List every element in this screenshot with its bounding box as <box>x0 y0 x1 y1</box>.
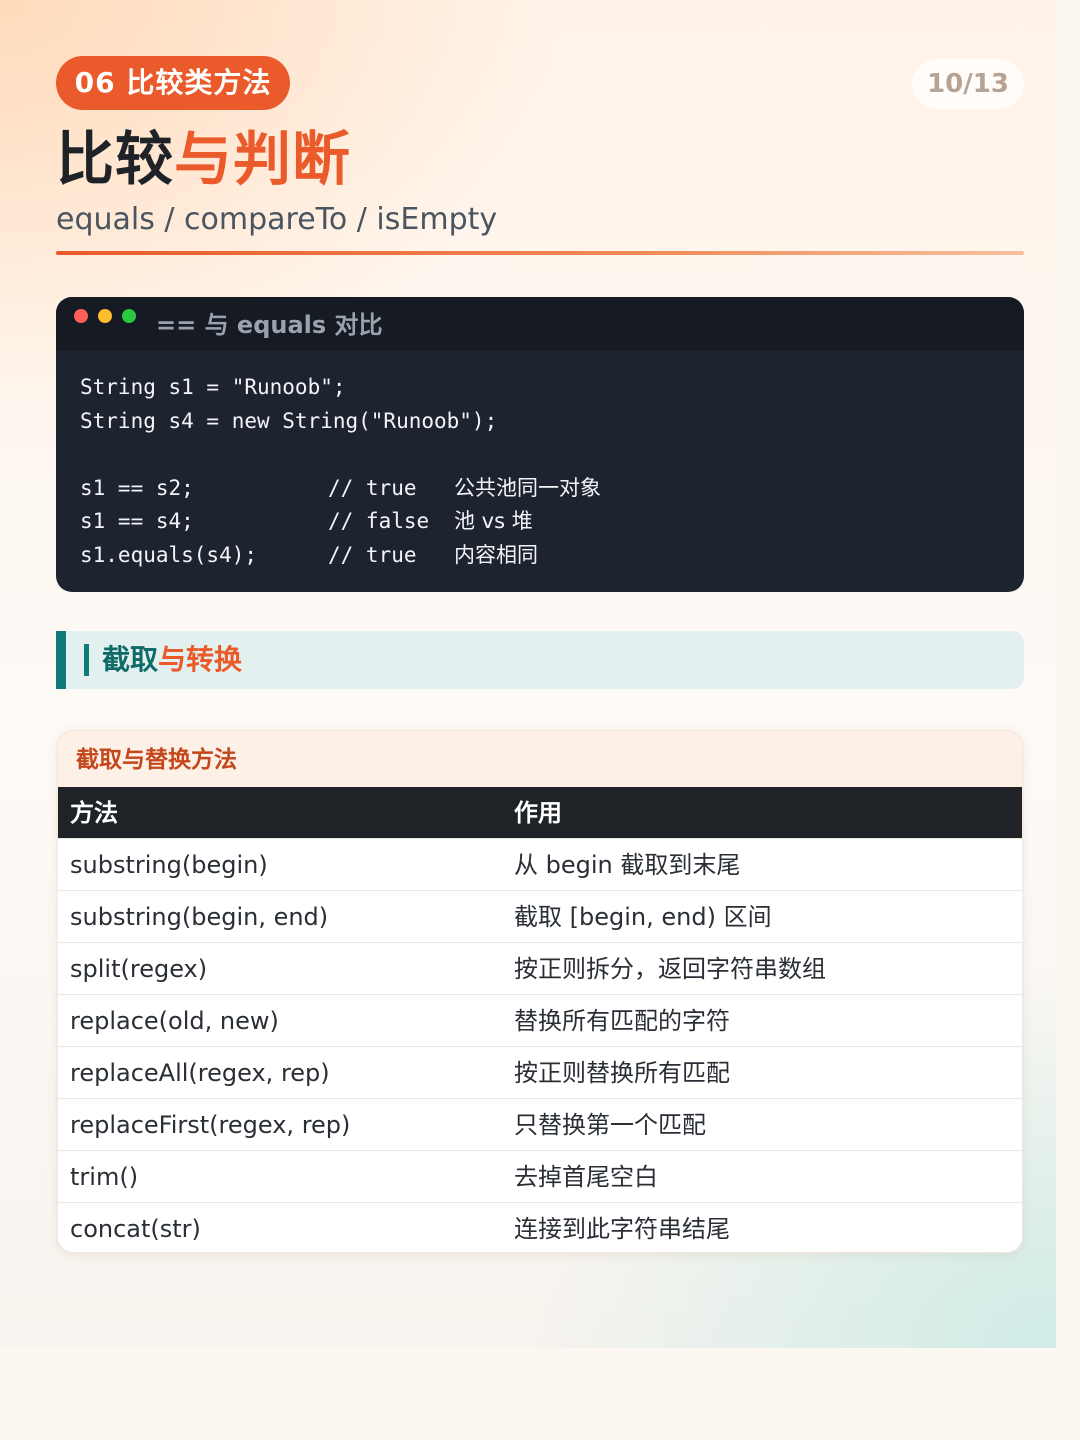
table-row: replace(old, new) 替换所有匹配的字符 <box>58 995 1022 1047</box>
code-text: s1 == s4; <box>80 509 194 533</box>
table-cell-method: concat(str) <box>70 1215 201 1243</box>
code-comment: // true <box>328 475 417 500</box>
table-row: replaceFirst(regex, rep) 只替换第一个匹配 <box>58 1099 1022 1151</box>
code-line: String s4 = new String("Runoob"); <box>80 405 601 439</box>
code-line: s1 == s2; // true 公共池同一对象 <box>80 472 601 506</box>
chapter-chip: 06 比较类方法 <box>56 56 290 110</box>
table-cell-method: split(regex) <box>70 955 208 983</box>
section-title: 截取与转换 <box>102 631 242 689</box>
page-title-plain: 比较 <box>56 125 175 193</box>
table-cell-method: replace(old, new) <box>70 1007 279 1035</box>
table-row: replaceAll(regex, rep) 按正则替换所有匹配 <box>58 1047 1022 1099</box>
table-header-method: 方法 <box>70 799 118 827</box>
table-row: trim() 去掉首尾空白 <box>58 1151 1022 1203</box>
code-comment: // true <box>328 542 417 567</box>
code-block-title: == 与 equals 对比 <box>156 311 383 339</box>
table-cell-purpose: 按正则替换所有匹配 <box>514 1059 730 1087</box>
table-caption: 截取与替换方法 <box>58 731 1022 787</box>
code-line: String s1 = "Runoob"; <box>80 371 601 405</box>
section-edge <box>56 631 66 689</box>
code-text: s1.equals(s4); <box>80 542 258 567</box>
code-note: 公共池同一对象 <box>454 475 601 500</box>
table-cell-purpose: 只替换第一个匹配 <box>514 1111 706 1139</box>
table-cell-method: substring(begin) <box>70 851 268 879</box>
methods-table: 截取与替换方法 方法 作用 substring(begin) 从 begin 截… <box>57 730 1023 1253</box>
page-title-accent: 与判断 <box>174 125 352 193</box>
code-block-body: String s1 = "Runoob"; String s4 = new St… <box>80 371 601 572</box>
table-cell-method: substring(begin, end) <box>70 903 329 931</box>
table-header-row: 方法 作用 <box>58 787 1022 839</box>
code-line: s1.equals(s4); // true 内容相同 <box>80 539 601 573</box>
window-maximize-dot-icon <box>122 309 136 323</box>
table-cell-purpose: 连接到此字符串结尾 <box>514 1215 730 1243</box>
table-cell-purpose: 替换所有匹配的字符 <box>514 1007 730 1035</box>
code-note: 内容相同 <box>454 542 538 567</box>
table-cell-purpose: 从 begin 截取到末尾 <box>514 851 741 879</box>
table-row: substring(begin) 从 begin 截取到末尾 <box>58 839 1022 891</box>
window-minimize-dot-icon <box>98 309 112 323</box>
code-text: s1 == s2; <box>80 475 194 500</box>
table-cell-purpose: 去掉首尾空白 <box>514 1163 658 1191</box>
code-text: String s4 = new String("Runoob"); <box>80 408 498 433</box>
page-subtitle: equals / compareTo / isEmpty <box>56 202 498 237</box>
table-row: concat(str) 连接到此字符串结尾 <box>58 1203 1022 1252</box>
section-header: 截取与转换 <box>56 631 1024 689</box>
table-cell-purpose: 截取 [begin, end) 区间 <box>514 903 772 931</box>
table-cell-purpose: 按正则拆分，返回字符串数组 <box>514 955 826 983</box>
code-block-header: == 与 equals 对比 <box>56 297 1024 351</box>
page: 06 比较类方法 10/13 比较与判断 equals / compareTo … <box>0 0 1080 1440</box>
table-header-purpose: 作用 <box>514 799 562 827</box>
table-cell-method: replaceAll(regex, rep) <box>70 1059 330 1087</box>
table-cell-method: replaceFirst(regex, rep) <box>70 1111 351 1139</box>
section-title-plain: 截取 <box>102 643 159 676</box>
code-line: s1 == s4; // false 池 vs 堆 <box>80 505 601 539</box>
title-divider <box>56 251 1024 255</box>
table-row: substring(begin, end) 截取 [begin, end) 区间 <box>58 891 1022 943</box>
page-title: 比较与判断 <box>56 124 351 194</box>
section-marker-icon <box>84 644 89 676</box>
code-text: String s1 = "Runoob"; <box>80 375 346 399</box>
page-indicator: 10/13 <box>912 59 1024 109</box>
code-note: 池 vs 堆 <box>454 509 533 533</box>
table-cell-method: trim() <box>70 1163 139 1191</box>
table-row: split(regex) 按正则拆分，返回字符串数组 <box>58 943 1022 995</box>
window-close-dot-icon <box>74 309 88 323</box>
code-comment: // false <box>328 509 430 533</box>
code-block: == 与 equals 对比 String s1 = "Runoob"; Str… <box>56 297 1024 592</box>
section-title-accent: 与转换 <box>158 643 243 676</box>
